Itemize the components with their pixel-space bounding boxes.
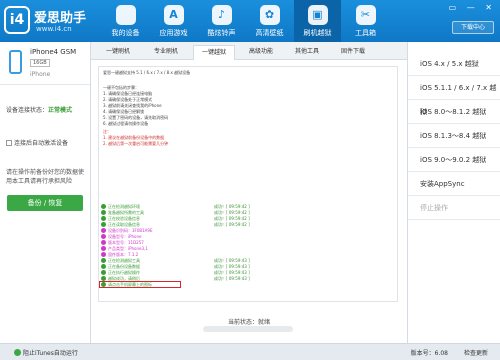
app-window: i4 爱思助手 www.i4.cn 我的设备 A 应用游戏 ♪ 酷炫铃声 ✿ 高清壁纸 ▣ 刷机… xyxy=(0,0,500,360)
highlight-box xyxy=(99,281,181,288)
header-bar: i4 爱思助手 www.i4.cn 我的设备 A 应用游戏 ♪ 酷炫铃声 ✿ 高清壁纸 ▣ 刷机… xyxy=(0,0,500,42)
nav-bell[interactable]: ♪ 酷炫铃声 xyxy=(198,0,245,42)
status-dot-icon xyxy=(101,228,106,233)
step-result: 成功！[ 09:59:43 ] xyxy=(214,270,250,275)
download-center-button[interactable]: 下载中心 xyxy=(452,21,494,34)
nav-label: 酷炫铃声 xyxy=(207,29,236,37)
block-itunes-label: 阻止iTunes自动运行 xyxy=(23,350,78,357)
step-result: 成功！[ 09:59:43 ] xyxy=(214,258,250,263)
status-dot-icon xyxy=(101,210,106,215)
jailbreak-option[interactable]: iOS 9.0～9.0.2 越狱 xyxy=(408,148,500,172)
green-dot-icon xyxy=(14,349,21,356)
progress-bar xyxy=(203,326,293,332)
nav-label: 刷机越狱 xyxy=(303,29,332,37)
device-name: iPhone4 GSM xyxy=(30,48,77,56)
jailbreak-option[interactable]: iOS 5.1.1 / 6.x / 7.x 越狱 xyxy=(408,76,500,116)
tab-1[interactable]: 一键刷机 xyxy=(97,45,139,60)
device-capacity: 16GB xyxy=(30,59,50,67)
tab-5[interactable]: 其他工具 xyxy=(287,45,327,60)
jailbreak-option[interactable]: iOS 4.x / 5.x 越狱 xyxy=(408,52,500,76)
status-dot-icon xyxy=(101,234,106,239)
iphone-icon xyxy=(9,50,22,74)
status-dot-icon xyxy=(101,270,106,275)
log-box: 爱思一键越狱支持 5.1 / 6.x / 7.x / 8.x 越狱设备 一键不包… xyxy=(98,66,398,302)
status-dot-icon xyxy=(101,246,106,251)
status-dot-icon xyxy=(101,258,106,263)
step-result: 成功！[ 09:59:42 ] xyxy=(214,210,250,215)
status-dot-icon xyxy=(101,216,106,221)
jailbreak-option[interactable]: iOS 8.0～8.1.2 越狱 xyxy=(408,100,500,124)
auto-activate-checkbox[interactable]: 连接后自动激活设备 xyxy=(6,138,68,147)
box-icon: ▣ xyxy=(307,5,328,25)
step-result: 成功！[ 09:59:42 ] xyxy=(214,222,250,227)
current-status: 当前状态：就绪 xyxy=(227,319,270,326)
status-dot-icon xyxy=(101,204,106,209)
nav-app-store[interactable]: A 应用游戏 xyxy=(150,0,197,42)
tab-6[interactable]: 固件下载 xyxy=(333,45,373,60)
nav-label: 高清壁纸 xyxy=(255,29,284,37)
bell-icon: ♪ xyxy=(211,5,232,25)
log-header: 爱思一键越狱支持 5.1 / 6.x / 7.x / 8.x 越狱设备 xyxy=(103,70,191,75)
tab-2[interactable]: 专业刷机 xyxy=(145,45,187,60)
brand-url: www.i4.cn xyxy=(36,25,72,33)
tab-3[interactable]: 一键越狱 xyxy=(193,45,235,60)
flower-icon: ✿ xyxy=(259,5,280,25)
nav-tools[interactable]: ✂ 工具箱 xyxy=(342,0,389,42)
app-store-icon: A xyxy=(163,5,184,25)
nav-label: 工具箱 xyxy=(355,29,376,37)
apple-icon xyxy=(115,5,136,25)
nav-box[interactable]: ▣ 刷机越狱 xyxy=(294,0,341,42)
jailbreak-option[interactable]: 停止操作 xyxy=(408,196,500,220)
window-controls[interactable]: ▭ — ✕ xyxy=(449,3,496,12)
jailbreak-panel: 一键刷机 专业刷机 一键越狱 高级功能 其他工具 固件下载 爱思一键越狱支持 5.1 / … xyxy=(91,42,407,343)
status-dot-icon xyxy=(101,222,106,227)
tools-icon: ✂ xyxy=(355,5,376,25)
checkbox-box[interactable] xyxy=(6,140,12,146)
backup-restore-button[interactable]: 备份 / 恢复 xyxy=(7,195,83,211)
block-itunes-toggle[interactable]: 阻止iTunes自动运行 xyxy=(14,348,78,357)
nav-apple[interactable]: 我的设备 xyxy=(102,0,149,42)
nav-label: 我的设备 xyxy=(111,29,140,37)
step-result: 成功！[ 09:59:42 ] xyxy=(214,216,250,221)
device-card[interactable]: iPhone4 GSM 16GB iPhone xyxy=(0,42,90,85)
status-dot-icon xyxy=(101,252,106,257)
i4-logo-icon: i4 xyxy=(4,6,30,34)
nav-flower[interactable]: ✿ 高清壁纸 xyxy=(246,0,293,42)
step-result: 成功！[ 09:59:43 ] xyxy=(214,264,250,269)
status-bar: 阻止iTunes自动运行 版本号：6.08 检查更新 xyxy=(0,343,500,360)
jailbreak-options: iOS 4.x / 5.x 越狱 iOS 5.1.1 / 6.x / 7.x 越狱… xyxy=(407,42,500,343)
status-dot-icon xyxy=(101,264,106,269)
device-type: iPhone xyxy=(30,71,51,78)
brand-name: 爱思助手 xyxy=(34,11,87,26)
tab-bar: 一键刷机 专业刷机 一键越狱 高级功能 其他工具 固件下载 xyxy=(91,42,407,60)
step-result: 成功！[ 09:59:43 ] xyxy=(214,276,250,281)
backup-note: 请在操作前备份好您的数据使用本工具请再行承担风险 xyxy=(6,169,85,185)
tab-4[interactable]: 高级功能 xyxy=(241,45,281,60)
version-label: 版本号：6.08 xyxy=(410,350,448,357)
connection-label: 设备连接状态： xyxy=(6,107,49,114)
jailbreak-option[interactable]: 安装AppSync xyxy=(408,172,500,196)
tip-line: 6. 越狱过程请勿操作设备 xyxy=(103,121,149,126)
nav-label: 应用游戏 xyxy=(159,29,188,37)
jailbreak-option[interactable]: iOS 8.1.3～8.4 越狱 xyxy=(408,124,500,148)
connection-status: 设备连接状态：正常模式 xyxy=(6,105,72,114)
auto-activate-label: 连接后自动激活设备 xyxy=(14,140,69,147)
device-panel: iPhone4 GSM 16GB iPhone 设备连接状态：正常模式 连接后自… xyxy=(0,42,91,343)
status-dot-icon xyxy=(101,240,106,245)
check-update-link[interactable]: 检查更新 xyxy=(464,348,488,357)
warning-line: 2. 越狱后第一次重启可能需要几分钟 xyxy=(103,141,169,146)
step-result: 成功！[ 09:59:42 ] xyxy=(214,204,250,209)
connection-value: 正常模式 xyxy=(48,107,73,114)
